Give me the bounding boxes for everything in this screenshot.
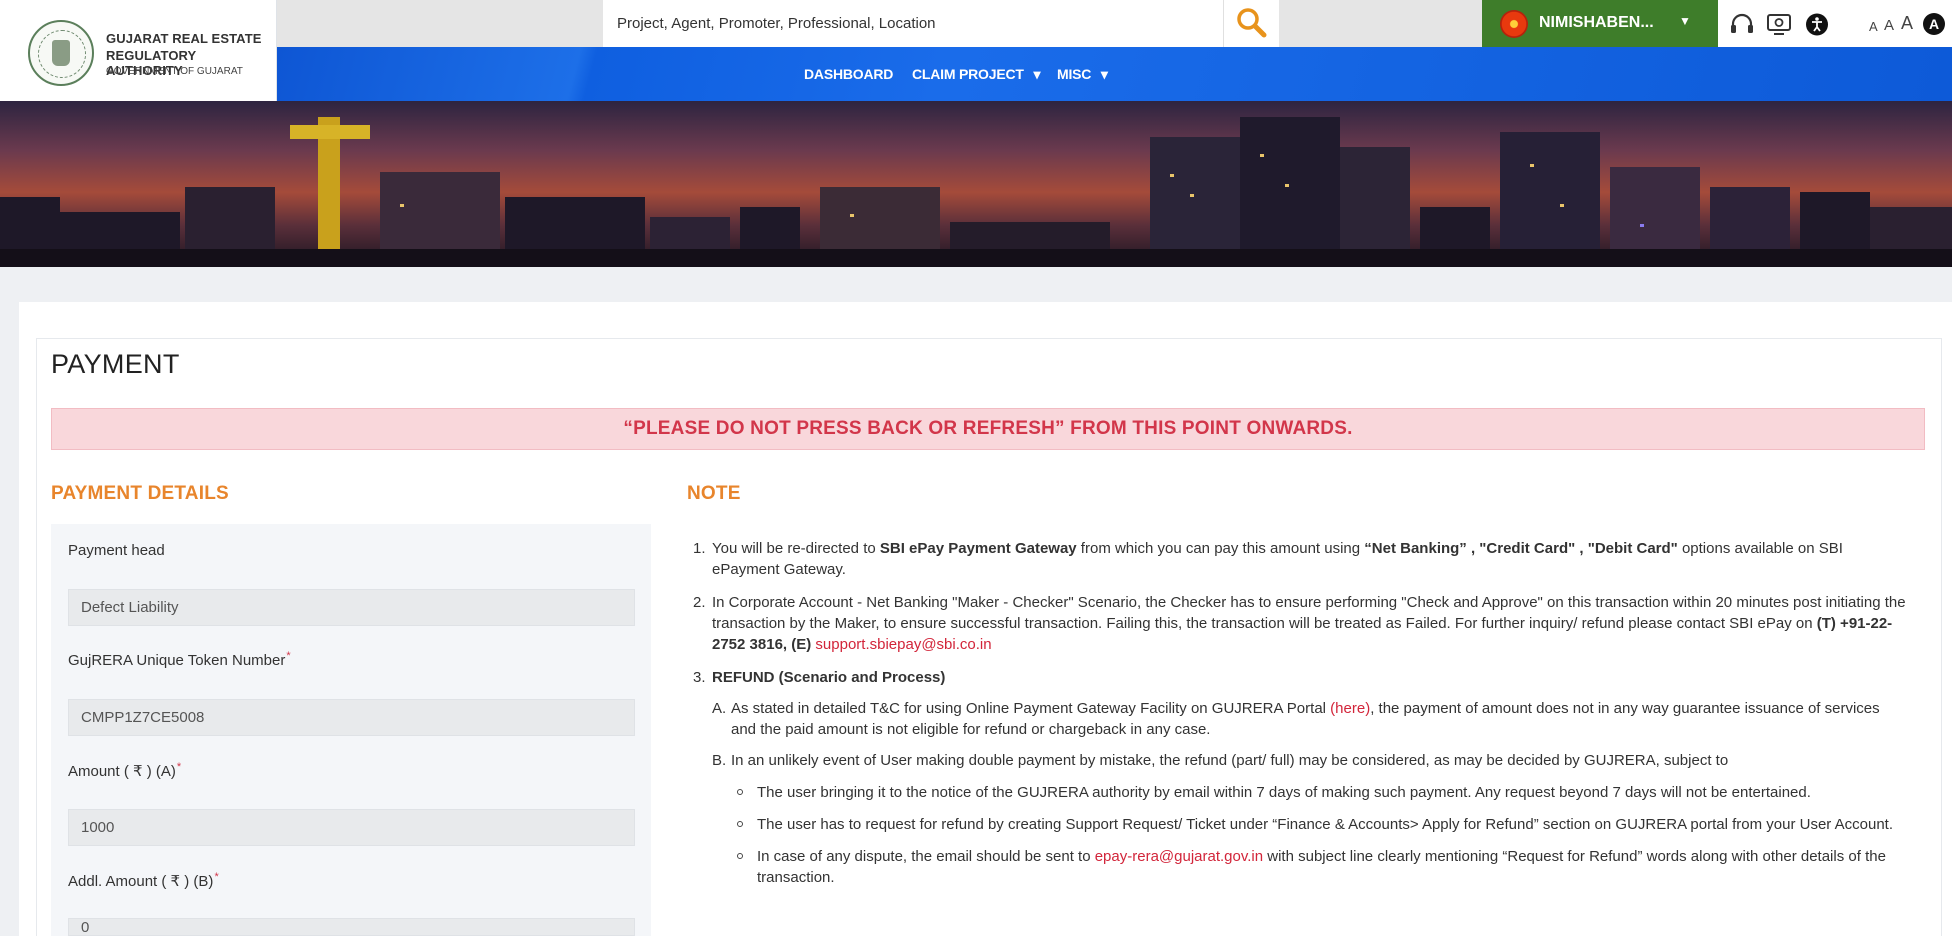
note-text: In an unlikely event of User making doub…	[731, 752, 1729, 769]
chevron-down-icon: ▾	[1033, 66, 1041, 82]
refund-title: REFUND (Scenario and Process)	[712, 669, 946, 686]
font-size-medium-button[interactable]: A	[1884, 17, 1894, 34]
nav-misc-label: MISC	[1057, 66, 1092, 82]
user-name: NIMISHABEN...	[1539, 14, 1654, 31]
logo-subtitle: GOVERNMENT OF GUJARAT	[106, 66, 243, 77]
accessibility-icon[interactable]	[1804, 12, 1830, 36]
epay-rera-email-link[interactable]: epay-rera@gujarat.gov.in	[1095, 848, 1263, 865]
amount-field[interactable]	[68, 809, 635, 846]
sub-letter: A.	[712, 700, 727, 717]
note-text: from which you can pay this amount using	[1076, 540, 1365, 557]
bullet-icon	[737, 853, 743, 859]
note-text: As stated in detailed T&C for using Onli…	[731, 700, 1331, 717]
search-input[interactable]	[603, 0, 1223, 47]
note-text: In case of any dispute, the email should…	[757, 848, 1095, 865]
logo-title-line1: GUJARAT REAL ESTATE	[106, 31, 262, 46]
required-mark: *	[214, 871, 219, 883]
token-number-label-text: GujRERA Unique Token Number	[68, 652, 286, 669]
gujrera-seal-icon	[28, 20, 94, 86]
bullet-icon	[737, 789, 743, 795]
addl-amount-field[interactable]	[68, 918, 635, 936]
font-size-large-button[interactable]: A	[1901, 13, 1913, 34]
sub-letter: B.	[712, 752, 727, 769]
headphones-icon[interactable]	[1729, 12, 1755, 36]
refund-condition-1: The user bringing it to the notice of th…	[731, 782, 1908, 803]
note-number: 3.	[693, 669, 706, 686]
nav-claim-project-label: CLAIM PROJECT	[912, 66, 1024, 82]
accessibility-tools: A A A A	[1718, 0, 1952, 47]
note-number: 1.	[693, 540, 706, 557]
addl-amount-label: Addl. Amount ( ₹ ) (B)*	[68, 871, 219, 890]
refund-condition-3: In case of any dispute, the email should…	[731, 846, 1908, 888]
bullet-icon	[737, 821, 743, 827]
gujrera-logo[interactable]: GUJARAT REAL ESTATE REGULATORY AUTHORITY…	[0, 0, 277, 101]
required-mark: *	[176, 761, 182, 773]
token-number-label: GujRERA Unique Token Number*	[68, 650, 291, 669]
note-text: The user has to request for refund by cr…	[757, 816, 1893, 833]
city-skyline-banner	[0, 101, 1952, 267]
note-item-3: 3. REFUND (Scenario and Process) A. As s…	[693, 667, 1908, 888]
nav-misc[interactable]: MISC ▾	[1057, 66, 1108, 83]
user-menu-button[interactable]: NIMISHABEN... ▼	[1482, 0, 1718, 47]
note-text: In Corporate Account - Net Banking "Make…	[712, 594, 1906, 632]
nav-dashboard[interactable]: DASHBOARD	[804, 66, 893, 82]
main-navbar: DASHBOARD CLAIM PROJECT ▾ MISC ▾	[277, 47, 1952, 101]
note-item-2: 2. In Corporate Account - Net Banking "M…	[693, 592, 1908, 655]
note-bold-text: SBI ePay Payment Gateway	[879, 540, 1077, 557]
chevron-down-icon: ▼	[1679, 14, 1691, 28]
required-mark: *	[286, 650, 291, 662]
token-number-field[interactable]	[68, 699, 635, 736]
tnc-here-link[interactable]: (here)	[1330, 700, 1370, 717]
note-text: The user bringing it to the notice of th…	[757, 784, 1811, 801]
refund-condition-2: The user has to request for refund by cr…	[731, 814, 1908, 835]
note-number: 2.	[693, 594, 706, 611]
avatar	[1500, 10, 1528, 38]
note-heading: NOTE	[687, 483, 741, 504]
warning-alert: “PLEASE DO NOT PRESS BACK OR REFRESH” FR…	[51, 408, 1925, 450]
top-header: GUJARAT REAL ESTATE REGULATORY AUTHORITY…	[0, 0, 1952, 101]
chevron-down-icon: ▾	[1100, 66, 1108, 82]
search-icon	[1237, 8, 1267, 38]
page-title: PAYMENT	[51, 349, 180, 379]
payment-head-field[interactable]	[68, 589, 635, 626]
refund-item-a: A. As stated in detailed T&C for using O…	[712, 698, 1908, 740]
sbi-support-email-link[interactable]: support.sbiepay@sbi.co.in	[815, 636, 991, 653]
note-item-1: 1. You will be re-directed to SBI ePay P…	[693, 538, 1908, 580]
font-size-small-button[interactable]: A	[1869, 19, 1878, 34]
note-list: 1. You will be re-directed to SBI ePay P…	[693, 538, 1908, 900]
refund-item-b: B. In an unlikely event of User making d…	[712, 750, 1908, 888]
dark-mode-button[interactable]: A	[1923, 13, 1945, 35]
search-button[interactable]	[1223, 0, 1279, 47]
note-bold-text: “Net Banking” , "Credit Card" , "Debit C…	[1364, 540, 1678, 557]
payment-head-label: Payment head	[68, 542, 165, 559]
note-text: You will be re-directed to	[712, 540, 880, 557]
amount-label-text: Amount ( ₹ ) (A)	[68, 763, 176, 780]
screen-reader-icon[interactable]	[1766, 12, 1792, 36]
payment-details-heading: PAYMENT DETAILS	[51, 483, 229, 504]
amount-label: Amount ( ₹ ) (A)*	[68, 761, 182, 780]
nav-claim-project[interactable]: CLAIM PROJECT ▾	[912, 66, 1040, 83]
addl-amount-label-text: Addl. Amount ( ₹ ) (B)	[68, 873, 214, 890]
